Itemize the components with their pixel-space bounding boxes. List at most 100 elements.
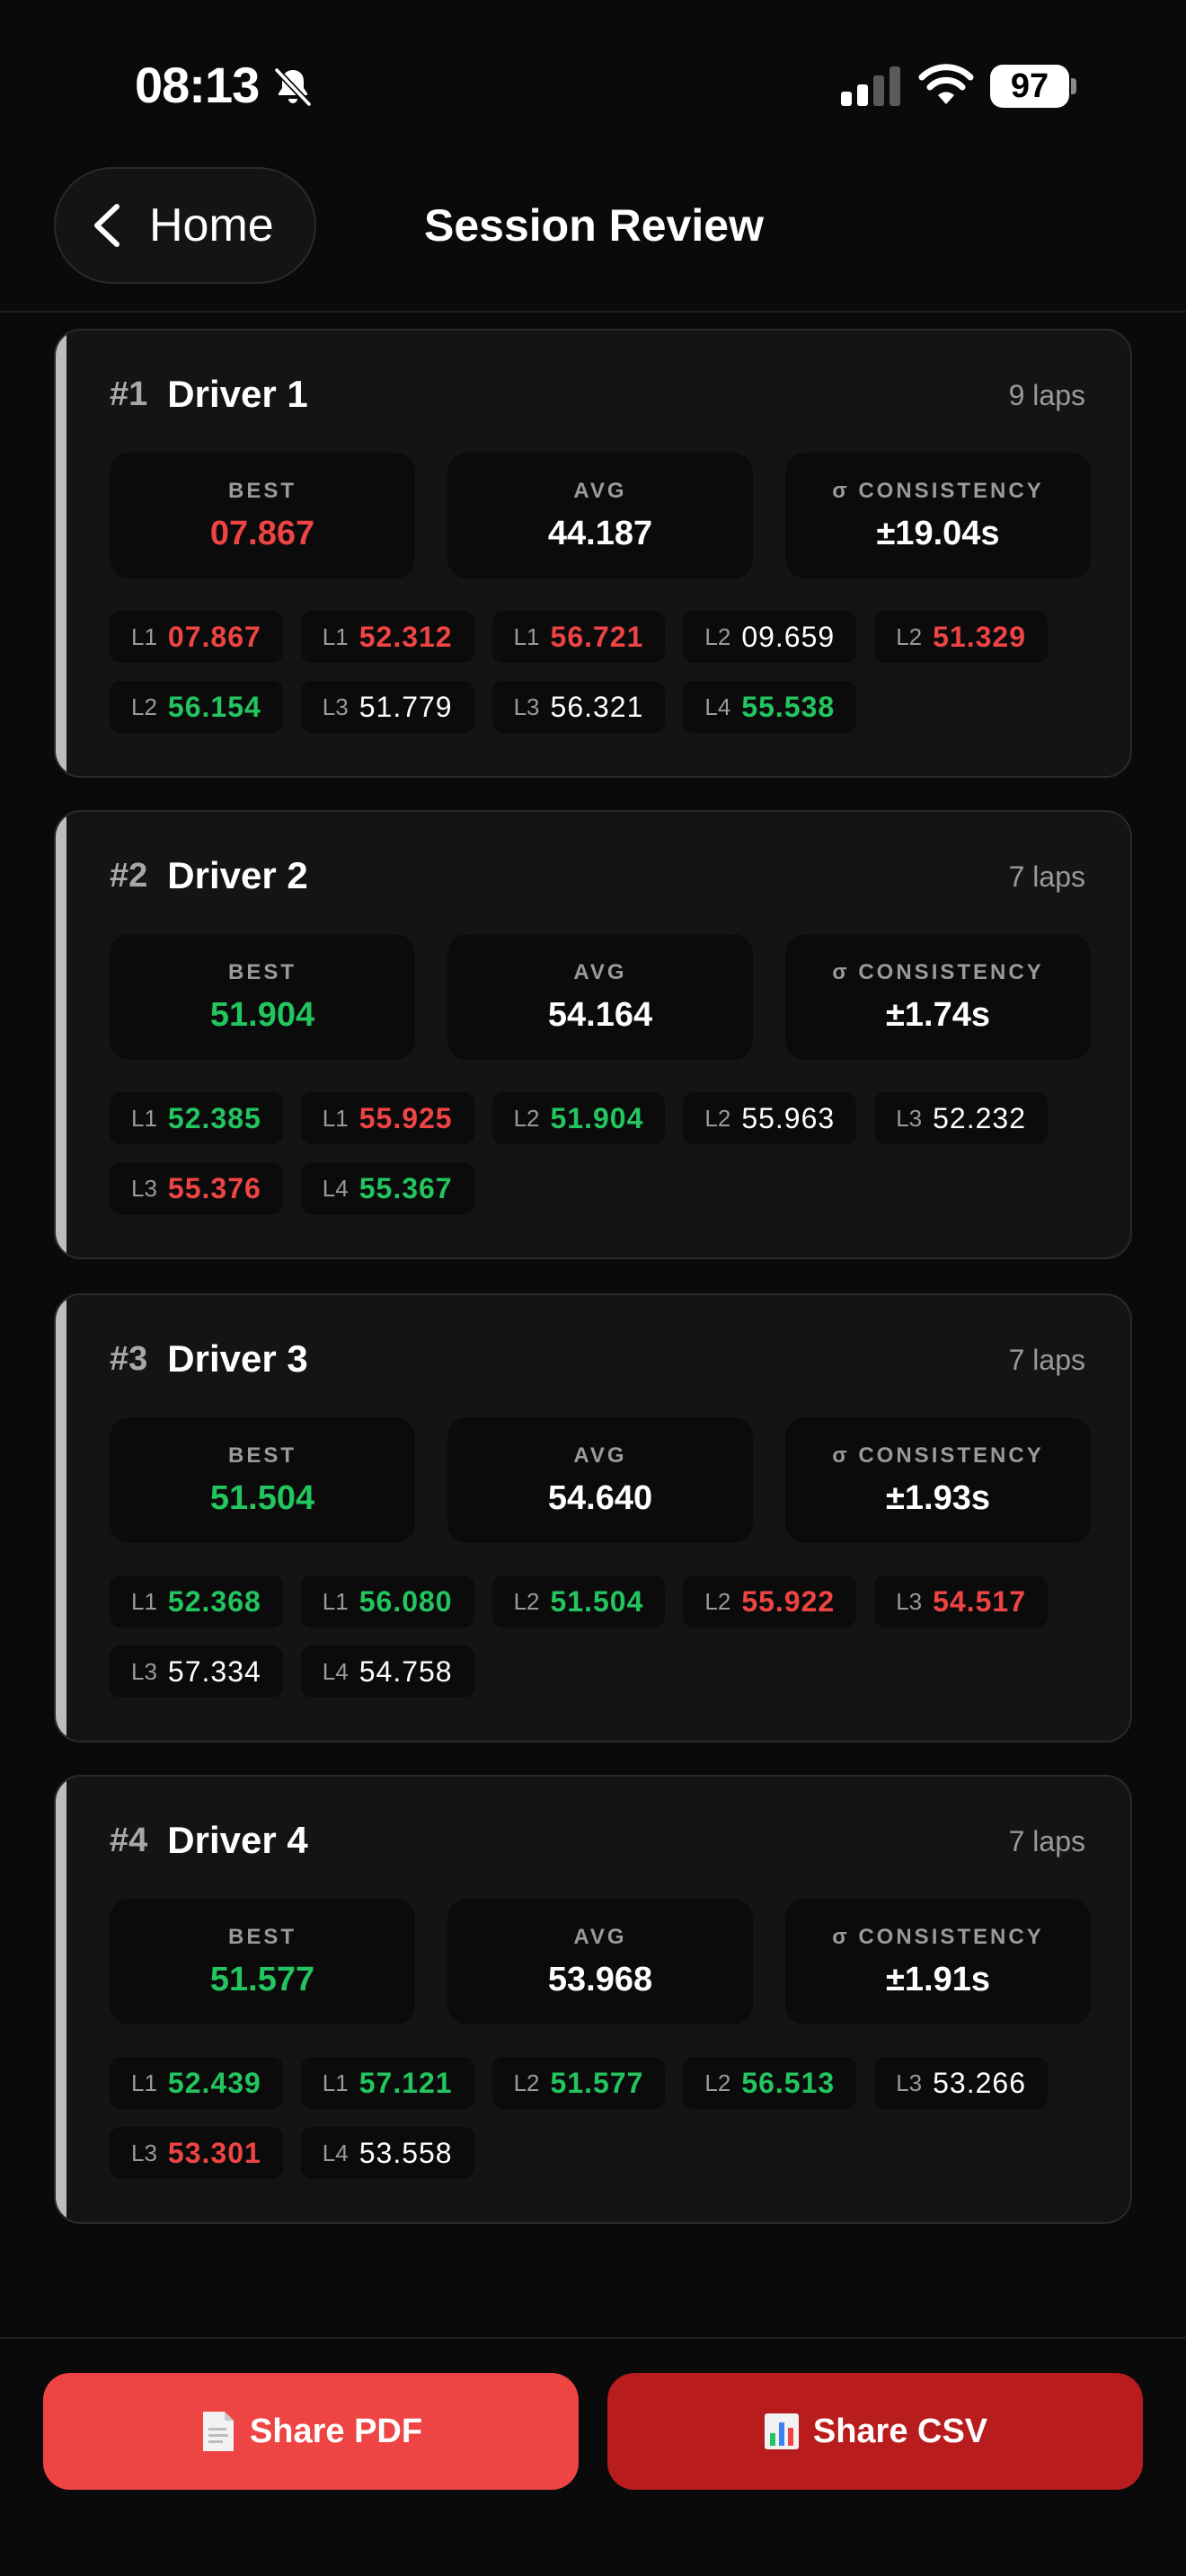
lap-chip: L2 55.963 — [683, 1092, 857, 1144]
lap-time: 53.266 — [933, 2066, 1026, 2099]
share-pdf-label: Share PDF — [249, 2412, 423, 2450]
lap-label: L2 — [513, 1587, 540, 1615]
lap-time: 07.867 — [167, 620, 261, 653]
lap-label: L1 — [131, 2069, 157, 2096]
lap-label: L1 — [131, 1587, 157, 1615]
laps-count: 9 laps — [1008, 379, 1085, 411]
lap-chip: L1 52.368 — [110, 1575, 283, 1628]
lap-time: 51.779 — [358, 690, 453, 723]
lap-time: 09.659 — [741, 620, 836, 653]
lap-time: 55.376 — [167, 1171, 261, 1204]
driver-stats: BEST 51.904 AVG 54.164 σ CONSISTENCY ±1.74s — [110, 934, 1091, 1060]
lap-label: L3 — [322, 693, 349, 720]
lap-chip: L1 56.721 — [491, 611, 666, 663]
avg-label: AVG — [573, 478, 627, 503]
share-pdf-button[interactable]: Share PDF — [43, 2373, 579, 2490]
driver-card: #3 Driver 3 7 laps BEST 51.504 AVG 54.640 σ CON… — [54, 1293, 1132, 1742]
lap-label: L1 — [131, 1104, 157, 1132]
consistency-stat: σ CONSISTENCY ±1.91s — [785, 1899, 1091, 2025]
lap-times: L1 07.867 L1 52.312 L1 56.721 L2 09.659 L2 51.329… — [110, 611, 1107, 733]
lap-time: 51.504 — [550, 1584, 644, 1618]
lap-chip: L2 56.154 — [110, 681, 283, 733]
lap-label: L4 — [322, 1174, 349, 1202]
lap-times: L1 52.368 L1 56.080 L2 51.504 L2 55.922 L3 54.517… — [110, 1575, 1107, 1698]
avg-value: 44.187 — [547, 514, 653, 552]
avg-label: AVG — [573, 959, 627, 984]
lap-time: 56.513 — [741, 2066, 836, 2099]
lap-chip: L1 52.312 — [300, 611, 474, 663]
lap-chip: L3 57.334 — [110, 1645, 283, 1698]
lap-label: L1 — [513, 622, 540, 650]
lap-time: 57.121 — [358, 2066, 453, 2099]
lap-time: 54.517 — [933, 1584, 1026, 1618]
lap-chip: L1 52.439 — [110, 2057, 283, 2109]
lap-chip: L1 07.867 — [110, 611, 283, 663]
chevron-left-icon — [94, 204, 119, 247]
lap-time: 56.321 — [550, 690, 644, 723]
lap-chip: L3 55.376 — [110, 1162, 283, 1214]
lap-label: L4 — [322, 1657, 349, 1685]
lap-times: L1 52.439 L1 57.121 L2 51.577 L2 56.513 L3 53.266… — [110, 2057, 1107, 2179]
best-label: BEST — [227, 959, 296, 984]
lap-time: 55.538 — [741, 690, 836, 723]
lap-chip: L4 53.558 — [300, 2127, 474, 2179]
lap-chip: L1 57.121 — [300, 2057, 474, 2109]
cellular-signal-icon — [841, 66, 900, 106]
avg-stat: AVG 54.164 — [447, 934, 753, 1060]
lap-time: 52.439 — [167, 2066, 261, 2099]
consistency-value: ±19.04s — [876, 514, 1000, 552]
lap-chip: L2 51.329 — [874, 611, 1048, 663]
driver-header: #3 Driver 3 — [110, 1337, 308, 1381]
lap-times: L1 52.385 L1 55.925 L2 51.904 L2 55.963 L3 52.232… — [110, 1092, 1107, 1214]
lap-time: 51.329 — [933, 620, 1026, 653]
share-csv-button[interactable]: Share CSV — [607, 2373, 1143, 2490]
driver-rank: #3 — [110, 1339, 148, 1378]
lap-chip: L1 56.080 — [300, 1575, 474, 1628]
lap-time: 57.334 — [167, 1654, 261, 1688]
best-stat: BEST 07.867 — [110, 453, 415, 578]
driver-header: #4 Driver 4 — [110, 1818, 308, 1863]
driver-rank: #2 — [110, 856, 148, 895]
consistency-label: σ CONSISTENCY — [832, 1442, 1044, 1468]
lap-label: L2 — [704, 1587, 731, 1615]
lap-chip: L1 52.385 — [110, 1092, 283, 1144]
lap-label: L3 — [896, 1587, 923, 1615]
consistency-stat: σ CONSISTENCY ±19.04s — [785, 453, 1091, 578]
lap-time: 52.232 — [933, 1101, 1026, 1134]
lap-chip: L2 51.504 — [491, 1575, 666, 1628]
driver-name: Driver 4 — [167, 1819, 308, 1861]
lap-time: 56.080 — [358, 1584, 453, 1618]
share-csv-label: Share CSV — [812, 2412, 988, 2450]
avg-stat: AVG 44.187 — [447, 453, 753, 578]
lap-chip: L4 55.538 — [683, 681, 857, 733]
driver-card: #4 Driver 4 7 laps BEST 51.577 AVG 53.968 σ CON… — [54, 1775, 1132, 2224]
consistency-stat: σ CONSISTENCY ±1.74s — [785, 934, 1091, 1060]
laps-count: 7 laps — [1008, 1344, 1085, 1376]
driver-header: #2 Driver 2 — [110, 853, 308, 898]
consistency-stat: σ CONSISTENCY ±1.93s — [785, 1417, 1091, 1543]
lap-label: L1 — [322, 2069, 349, 2096]
lap-time: 51.577 — [550, 2066, 644, 2099]
wifi-icon — [918, 64, 974, 104]
lap-label: L1 — [322, 1104, 349, 1132]
driver-stats: BEST 07.867 AVG 44.187 σ CONSISTENCY ±19.04s — [110, 453, 1091, 578]
consistency-value: ±1.93s — [886, 1478, 990, 1517]
lap-label: L3 — [896, 2069, 923, 2096]
driver-stats: BEST 51.504 AVG 54.640 σ CONSISTENCY ±1.93s — [110, 1417, 1091, 1543]
driver-name: Driver 1 — [167, 373, 308, 415]
lap-label: L3 — [131, 2139, 157, 2166]
battery-level: 97 — [990, 65, 1069, 108]
lap-time: 53.558 — [358, 2136, 453, 2169]
driver-header: #1 Driver 1 — [110, 372, 308, 417]
avg-label: AVG — [573, 1924, 627, 1949]
card-accent-bar — [56, 1295, 66, 1741]
lap-label: L2 — [704, 1104, 731, 1132]
lap-label: L3 — [513, 693, 540, 720]
driver-name: Driver 3 — [167, 1337, 308, 1380]
lap-time: 56.721 — [550, 620, 644, 653]
avg-value: 54.640 — [547, 1478, 653, 1517]
best-stat: BEST 51.577 — [110, 1899, 415, 2025]
home-back-button[interactable]: Home — [54, 167, 316, 284]
best-label: BEST — [227, 1442, 296, 1468]
lap-label: L3 — [896, 1104, 923, 1132]
